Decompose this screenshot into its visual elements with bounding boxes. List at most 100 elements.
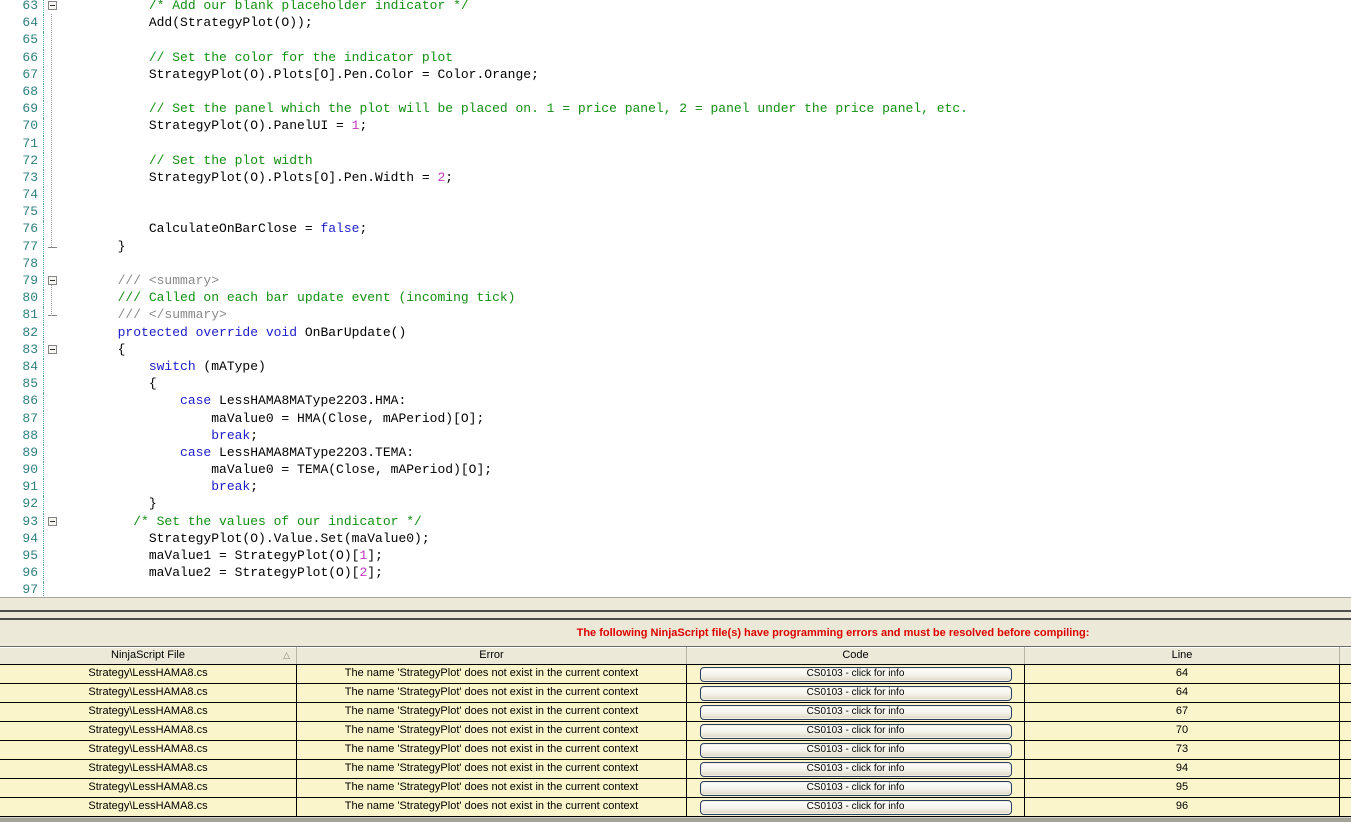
code-line-text: // Set the plot width (63, 152, 313, 168)
code-line[interactable]: 77 } (0, 238, 1351, 256)
code-line[interactable]: 68 (0, 83, 1351, 102)
error-row[interactable]: Strategy\LessHAMA8.cs The name 'StrategyP… (0, 741, 1351, 760)
fold-margin (43, 273, 63, 291)
error-row[interactable]: Strategy\LessHAMA8.cs The name 'StrategyP… (0, 703, 1351, 722)
error-row[interactable]: Strategy\LessHAMA8.cs The name 'StrategyP… (0, 722, 1351, 741)
error-row-line: 94 (1025, 760, 1340, 778)
fold-margin (43, 479, 63, 497)
line-number: 73 (22, 169, 38, 185)
fold-margin (43, 462, 63, 480)
error-row-message: The name 'StrategyPlot' does not exist i… (297, 665, 687, 683)
error-code-info-button[interactable]: CS0103 - click for info (699, 685, 1012, 701)
error-code-info-button[interactable]: CS0103 - click for info (699, 761, 1012, 777)
column-header-line[interactable]: Line (1025, 647, 1340, 664)
code-line[interactable]: 85 { (0, 376, 1351, 394)
code-line-text: case LessHAMA8MAType22O3.HMA: (63, 393, 407, 409)
code-line[interactable]: 90 maValue0 = TEMA(Close, mAPeriod)[O]; (0, 462, 1351, 480)
code-line[interactable]: 69 // Set the panel which the plot will … (0, 101, 1351, 119)
fold-margin (43, 341, 63, 359)
error-row-line: 64 (1025, 665, 1340, 683)
error-code-info-button[interactable]: CS0103 - click for info (699, 666, 1012, 682)
code-line[interactable]: 78 (0, 255, 1351, 273)
error-row[interactable]: Strategy\LessHAMA8.cs The name 'StrategyP… (0, 665, 1351, 684)
fold-margin (43, 427, 63, 445)
fold-collapse-icon[interactable] (48, 344, 57, 354)
code-line[interactable]: 88 break; (0, 427, 1351, 445)
code-line[interactable]: 89 case LessHAMA8MAType22O3.TEMA: (0, 444, 1351, 463)
error-row[interactable]: Strategy\LessHAMA8.cs The name 'StrategyP… (0, 798, 1351, 817)
panel-splitter[interactable] (0, 610, 1351, 620)
code-line-text: // Set the panel which the plot will be … (63, 101, 968, 117)
column-header-ninjascript-file[interactable]: NinjaScript File △ (0, 647, 297, 664)
code-line-text: StrategyPlot(O).Plots[O].Pen.Color = Col… (63, 66, 539, 82)
line-number: 93 (22, 513, 38, 529)
code-line[interactable]: 79 /// <summary> (0, 273, 1351, 291)
code-line[interactable]: 76 CalculateOnBarClose = false; (0, 221, 1351, 239)
code-line[interactable]: 96 maValue2 = StrategyPlot(O)[2]; (0, 565, 1351, 583)
line-number: 71 (22, 135, 38, 151)
fold-margin (43, 0, 63, 16)
column-header-error[interactable]: Error (297, 647, 687, 664)
fold-margin (43, 118, 63, 136)
code-line[interactable]: 67 StrategyPlot(O).Plots[O].Pen.Color = … (0, 66, 1351, 84)
code-line[interactable]: 84 switch (mAType) (0, 358, 1351, 377)
error-table-body: Strategy\LessHAMA8.cs The name 'StrategyP… (0, 665, 1351, 817)
line-number: 92 (22, 496, 38, 512)
error-row[interactable]: Strategy\LessHAMA8.cs The name 'StrategyP… (0, 779, 1351, 798)
line-number: 81 (22, 307, 38, 323)
sort-ascending-icon: △ (283, 650, 290, 660)
code-line-text: { (63, 376, 157, 392)
code-line[interactable]: 70 StrategyPlot(O).PanelUI = 1; (0, 118, 1351, 136)
code-line[interactable]: 94 StrategyPlot(O).Value.Set(maValue0); (0, 530, 1351, 548)
fold-margin (43, 513, 63, 531)
code-line[interactable]: 82 protected override void OnBarUpdate() (0, 324, 1351, 342)
error-row-code-cell: CS0103 - click for info (687, 760, 1025, 778)
fold-margin (43, 83, 63, 102)
fold-collapse-icon[interactable] (48, 276, 57, 285)
code-line[interactable]: 74 (0, 187, 1351, 205)
line-number: 89 (22, 444, 38, 460)
code-line[interactable]: 95 maValue1 = StrategyPlot(O)[1]; (0, 548, 1351, 566)
code-line[interactable]: 73 StrategyPlot(O).Plots[O].Pen.Width = … (0, 169, 1351, 188)
code-line[interactable]: 63 /* Add our blank placeholder indicato… (0, 0, 1351, 16)
code-line[interactable]: 66 // Set the color for the indicator pl… (0, 49, 1351, 67)
error-code-info-button[interactable]: CS0103 - click for info (699, 723, 1012, 739)
code-line-text: /* Add our blank placeholder indicator *… (63, 0, 469, 13)
error-row[interactable]: Strategy\LessHAMA8.cs The name 'StrategyP… (0, 760, 1351, 779)
code-line[interactable]: 75 (0, 204, 1351, 222)
code-line[interactable]: 87 maValue0 = HMA(Close, mAPeriod)[O]; (0, 410, 1351, 428)
code-line[interactable]: 71 (0, 135, 1351, 153)
error-row-message: The name 'StrategyPlot' does not exist i… (297, 779, 687, 797)
error-row-line: 95 (1025, 779, 1340, 797)
error-code-info-button[interactable]: CS0103 - click for info (699, 799, 1012, 815)
error-code-info-button[interactable]: CS0103 - click for info (699, 742, 1012, 758)
code-line[interactable]: 72 // Set the plot width (0, 152, 1351, 170)
error-code-info-button[interactable]: CS0103 - click for info (699, 780, 1012, 796)
line-number: 78 (22, 255, 38, 271)
code-line[interactable]: 80 /// Called on each bar update event (… (0, 290, 1351, 308)
fold-margin (43, 135, 63, 153)
code-line[interactable]: 86 case LessHAMA8MAType22O3.HMA: (0, 393, 1351, 411)
line-number: 67 (22, 66, 38, 82)
error-row-line: 96 (1025, 798, 1340, 816)
code-editor[interactable]: 63 /* Add our blank placeholder indicato… (0, 0, 1351, 598)
code-line[interactable]: 91 break; (0, 479, 1351, 497)
code-line-text: case LessHAMA8MAType22O3.TEMA: (63, 444, 415, 460)
error-code-info-button[interactable]: CS0103 - click for info (699, 704, 1012, 720)
code-line-text: break; (63, 479, 259, 495)
code-line[interactable]: 93 /* Set the values of our indicator */ (0, 513, 1351, 531)
code-line[interactable]: 92 } (0, 496, 1351, 514)
code-line[interactable]: 83 { (0, 341, 1351, 359)
error-row[interactable]: Strategy\LessHAMA8.cs The name 'StrategyP… (0, 684, 1351, 703)
line-number: 72 (22, 152, 38, 168)
code-line[interactable]: 81 /// </summary> (0, 307, 1351, 325)
code-line[interactable]: 97 (0, 582, 1351, 597)
line-number: 88 (22, 427, 38, 443)
fold-margin (43, 15, 63, 33)
code-line[interactable]: 65 (0, 32, 1351, 50)
line-number: 80 (22, 290, 38, 306)
code-line[interactable]: 64 Add(StrategyPlot(O)); (0, 15, 1351, 33)
column-header-code[interactable]: Code (687, 647, 1025, 664)
fold-collapse-icon[interactable] (48, 516, 57, 526)
fold-collapse-icon[interactable] (48, 1, 57, 10)
